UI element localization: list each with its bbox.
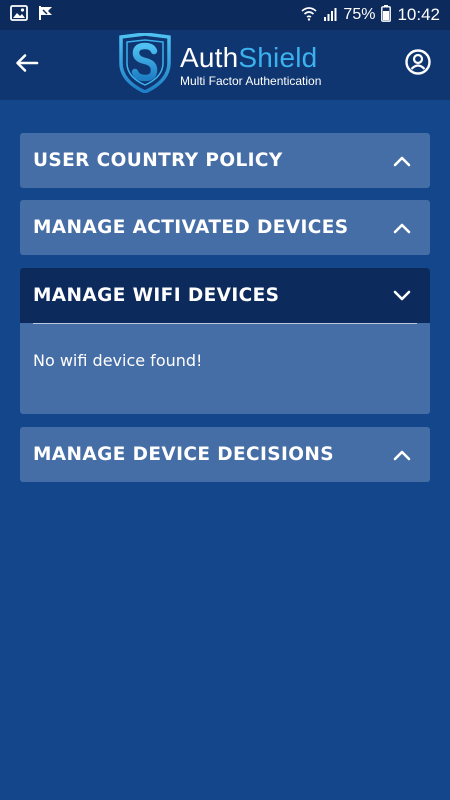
chevron-down-icon [392, 286, 412, 306]
section-header-manage-device-decisions[interactable]: MANAGE DEVICE DECISIONS [20, 427, 430, 482]
section-body-wifi-devices: No wifi device found! [20, 323, 430, 414]
logo-text: AuthShield Multi Factor Authentication [180, 41, 322, 88]
logo-title-auth: Auth [180, 41, 239, 73]
section-title: USER COUNTRY POLICY [33, 150, 283, 171]
logo-subtitle: Multi Factor Authentication [180, 73, 322, 88]
empty-state-message: No wifi device found! [33, 351, 203, 370]
section-header-manage-activated-devices[interactable]: MANAGE ACTIVATED DEVICES [20, 200, 430, 255]
section-title: MANAGE ACTIVATED DEVICES [33, 217, 349, 238]
chevron-up-icon [392, 218, 412, 238]
chevron-up-icon [392, 445, 412, 465]
shield-logo-icon [118, 32, 172, 97]
section-manage-wifi-devices: MANAGE WIFI DEVICES No wifi device found… [20, 268, 430, 414]
user-profile-icon [404, 48, 432, 80]
back-button[interactable] [10, 48, 44, 82]
chevron-up-icon [392, 151, 412, 171]
logo-title: AuthShield [180, 41, 321, 73]
signal-icon [323, 6, 337, 25]
battery-icon [381, 4, 392, 26]
battery-percent: 75% [343, 6, 376, 23]
section-title: MANAGE WIFI DEVICES [33, 285, 280, 306]
app-bar: AuthShield Multi Factor Authentication [0, 30, 450, 100]
image-icon [10, 5, 28, 25]
clock: 10:42 [397, 5, 440, 24]
wifi-icon [301, 6, 317, 25]
section-header-user-country-policy[interactable]: USER COUNTRY POLICY [20, 133, 430, 188]
section-user-country-policy: USER COUNTRY POLICY [20, 133, 430, 188]
status-bar: 75% 10:42 [0, 0, 450, 30]
profile-button[interactable] [402, 48, 434, 80]
status-bar-right: 75% 10:42 [301, 4, 440, 26]
authshield-logo: AuthShield Multi Factor Authentication [118, 32, 338, 97]
section-header-manage-wifi-devices[interactable]: MANAGE WIFI DEVICES [20, 268, 430, 323]
section-title: MANAGE DEVICE DECISIONS [33, 444, 335, 465]
back-arrow-icon [15, 53, 39, 77]
section-manage-device-decisions: MANAGE DEVICE DECISIONS [20, 427, 430, 482]
status-bar-left [10, 5, 54, 25]
logo-title-shield: Shield [238, 41, 318, 73]
section-divider [33, 323, 417, 324]
section-manage-activated-devices: MANAGE ACTIVATED DEVICES [20, 200, 430, 255]
flag-icon [38, 5, 54, 25]
